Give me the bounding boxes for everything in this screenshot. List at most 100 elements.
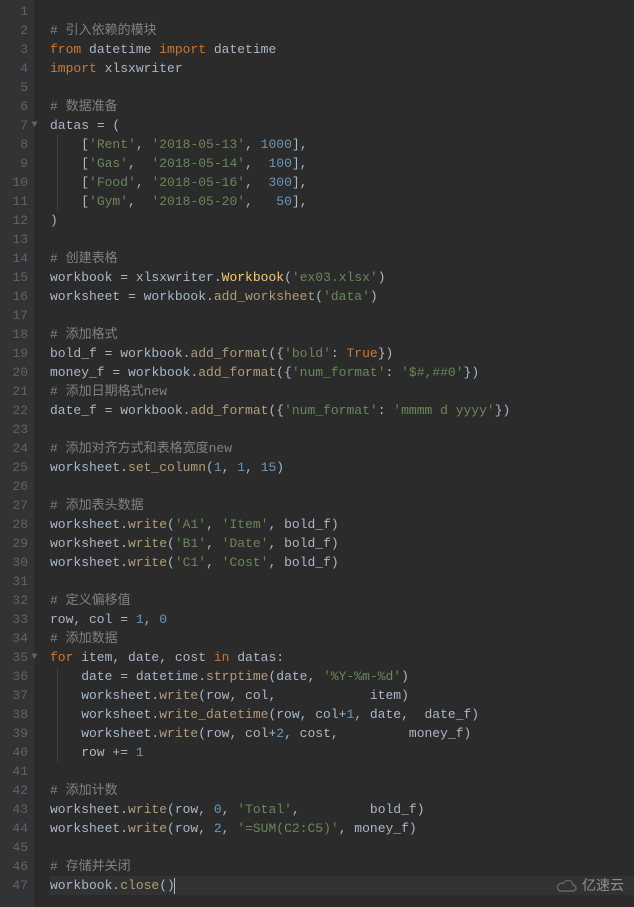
code-line[interactable]: worksheet.write('B1', 'Date', bold_f) [50,534,634,553]
code-line[interactable] [50,838,634,857]
code-line[interactable] [50,78,634,97]
code-line[interactable]: datas = ( [50,116,634,135]
code-line[interactable]: # 数据准备 [50,97,634,116]
code-editor[interactable]: 1234567▼89101112131415161718192021222324… [0,0,634,907]
code-line[interactable]: worksheet.write_datetime(row, col+1, dat… [50,705,634,724]
code-line[interactable]: # 添加对齐方式和表格宽度new [50,439,634,458]
line-number: 38 [4,705,28,724]
line-number: 26 [4,477,28,496]
line-number: 12 [4,211,28,230]
code-line[interactable] [50,420,634,439]
code-line[interactable]: row += 1 [50,743,634,762]
line-number: 21 [4,382,28,401]
code-line[interactable]: ['Gas', '2018-05-14', 100], [50,154,634,173]
code-line[interactable]: worksheet.write('A1', 'Item', bold_f) [50,515,634,534]
line-number: 31 [4,572,28,591]
line-number: 37 [4,686,28,705]
code-line[interactable]: row, col = 1, 0 [50,610,634,629]
line-number: 15 [4,268,28,287]
line-number: 25 [4,458,28,477]
line-number: 39 [4,724,28,743]
code-line[interactable] [50,230,634,249]
line-number: 42 [4,781,28,800]
code-line[interactable] [50,572,634,591]
line-number: 11 [4,192,28,211]
code-line[interactable] [50,2,634,21]
text-cursor [174,878,175,894]
code-line[interactable]: workbook.close() [50,876,634,895]
line-number: 35▼ [4,648,28,667]
code-line[interactable]: ) [50,211,634,230]
line-number: 7▼ [4,116,28,135]
line-number: 30 [4,553,28,572]
code-line[interactable]: date = datetime.strptime(date, '%Y-%m-%d… [50,667,634,686]
line-number: 18 [4,325,28,344]
code-line[interactable]: # 添加计数 [50,781,634,800]
code-line[interactable]: worksheet = workbook.add_worksheet('data… [50,287,634,306]
code-line[interactable]: worksheet.write(row, 0, 'Total', bold_f) [50,800,634,819]
code-line[interactable]: # 添加表头数据 [50,496,634,515]
cloud-icon [556,878,578,894]
line-number: 20 [4,363,28,382]
code-line[interactable]: worksheet.set_column(1, 1, 15) [50,458,634,477]
code-line[interactable]: workbook = xlsxwriter.Workbook('ex03.xls… [50,268,634,287]
line-number: 44 [4,819,28,838]
code-line[interactable]: # 存储并关闭 [50,857,634,876]
line-number: 33 [4,610,28,629]
code-line[interactable]: for item, date, cost in datas: [50,648,634,667]
code-line[interactable]: date_f = workbook.add_format({'num_forma… [50,401,634,420]
line-number: 32 [4,591,28,610]
line-number: 19 [4,344,28,363]
line-number: 27 [4,496,28,515]
code-line[interactable]: money_f = workbook.add_format({'num_form… [50,363,634,382]
line-number: 28 [4,515,28,534]
line-number: 45 [4,838,28,857]
line-number: 40 [4,743,28,762]
code-area[interactable]: # 引入依赖的模块from datetime import datetimeim… [34,0,634,907]
line-number: 36 [4,667,28,686]
line-number: 4 [4,59,28,78]
code-line[interactable]: ['Rent', '2018-05-13', 1000], [50,135,634,154]
line-number: 34 [4,629,28,648]
watermark: 亿速云 [556,876,624,895]
line-number: 5 [4,78,28,97]
line-number: 24 [4,439,28,458]
code-line[interactable]: # 定义偏移值 [50,591,634,610]
line-number: 3 [4,40,28,59]
code-line[interactable]: worksheet.write(row, col+2, cost, money_… [50,724,634,743]
code-line[interactable]: worksheet.write(row, col, item) [50,686,634,705]
code-line[interactable]: # 添加格式 [50,325,634,344]
line-number: 46 [4,857,28,876]
code-line[interactable]: bold_f = workbook.add_format({'bold': Tr… [50,344,634,363]
code-line[interactable]: # 添加数据 [50,629,634,648]
code-line[interactable]: # 创建表格 [50,249,634,268]
line-number: 14 [4,249,28,268]
line-number: 13 [4,230,28,249]
line-number: 2 [4,21,28,40]
code-line[interactable]: from datetime import datetime [50,40,634,59]
code-line[interactable] [50,306,634,325]
line-number: 17 [4,306,28,325]
code-line[interactable]: import xlsxwriter [50,59,634,78]
line-number: 9 [4,154,28,173]
code-line[interactable] [50,477,634,496]
line-number: 22 [4,401,28,420]
line-number: 29 [4,534,28,553]
code-line[interactable]: ['Gym', '2018-05-20', 50], [50,192,634,211]
line-number: 16 [4,287,28,306]
code-line[interactable]: worksheet.write('C1', 'Cost', bold_f) [50,553,634,572]
line-number: 8 [4,135,28,154]
line-number-gutter: 1234567▼89101112131415161718192021222324… [0,0,34,907]
line-number: 47 [4,876,28,895]
line-number: 43 [4,800,28,819]
line-number: 6 [4,97,28,116]
code-line[interactable]: worksheet.write(row, 2, '=SUM(C2:C5)', m… [50,819,634,838]
code-line[interactable] [50,762,634,781]
watermark-text: 亿速云 [582,876,624,895]
code-line[interactable]: # 添加日期格式new [50,382,634,401]
code-line[interactable]: ['Food', '2018-05-16', 300], [50,173,634,192]
line-number: 1 [4,2,28,21]
line-number: 41 [4,762,28,781]
code-line[interactable]: # 引入依赖的模块 [50,21,634,40]
line-number: 23 [4,420,28,439]
